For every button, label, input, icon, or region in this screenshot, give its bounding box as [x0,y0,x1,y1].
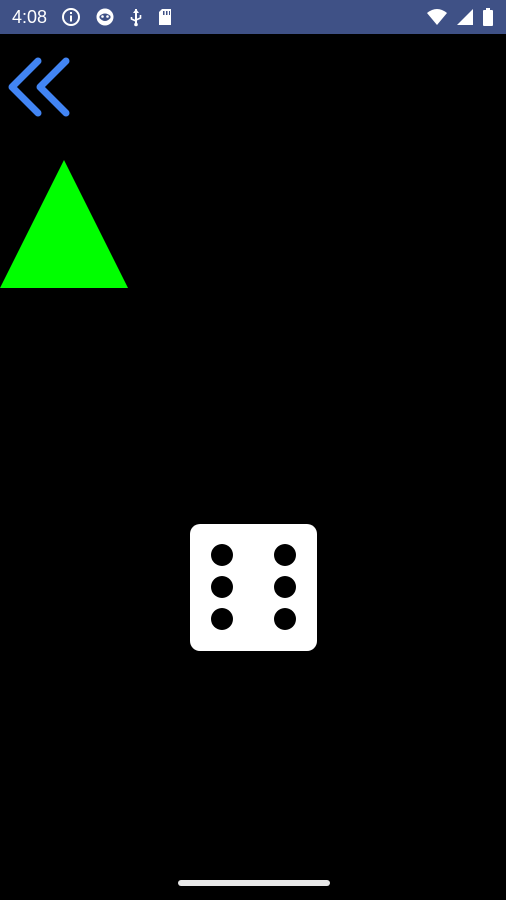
back-button[interactable] [6,56,72,118]
dice-face [190,524,317,651]
dice-pip [211,544,233,566]
gesture-nav-handle[interactable] [178,880,330,886]
dice-pip [274,608,296,630]
dice-six[interactable] [190,524,317,651]
sd-card-icon [157,7,173,27]
status-time: 4:08 [12,6,48,27]
signal-icon [456,8,474,26]
dice-pip [274,576,296,598]
info-icon [61,7,81,27]
green-triangle [0,160,128,288]
double-chevron-left-icon [8,57,70,117]
app-screen: 4:08 [0,0,506,900]
usb-icon [129,7,143,27]
status-right-icons [426,7,494,27]
wifi-icon [426,8,448,26]
status-left-icons [61,7,173,27]
smiley-icon [95,7,115,27]
dice-pip [211,576,233,598]
status-bar: 4:08 [0,0,506,34]
battery-icon [482,7,494,27]
dice-pip [274,544,296,566]
dice-pip [211,608,233,630]
